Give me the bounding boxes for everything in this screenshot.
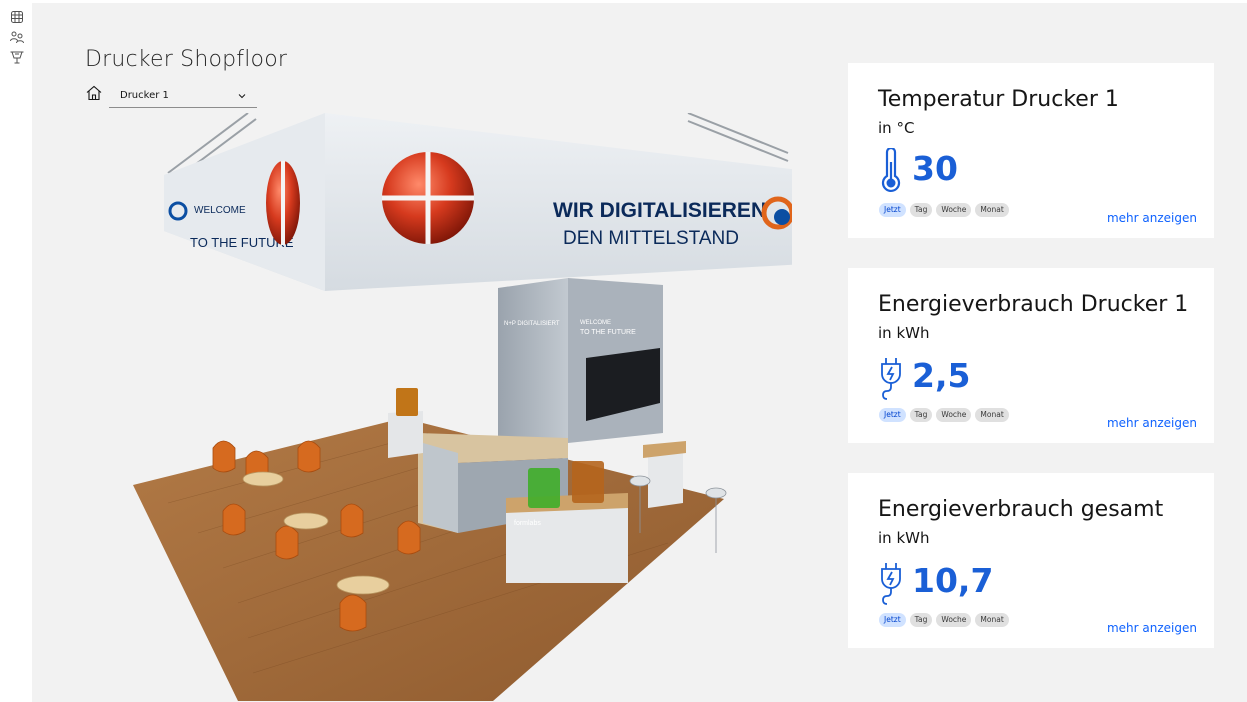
home-icon[interactable] — [85, 84, 103, 102]
chip-now[interactable]: Jetzt — [879, 408, 906, 422]
main-canvas: Drucker Shopfloor Drucker 1 WELCOME TO T… — [32, 3, 1247, 702]
column-text-3: TO THE FUTURE — [580, 329, 636, 336]
more-link[interactable]: mehr anzeigen — [1107, 211, 1197, 225]
banner-main-line2: DEN MITTELSTAND — [563, 228, 739, 249]
energy-total-card: Energieverbrauch gesamt in kWh 10,7 Jetz… — [848, 473, 1214, 648]
chip-week[interactable]: Woche — [936, 203, 972, 217]
printer-icon[interactable] — [9, 49, 25, 65]
card-value: 2,5 — [912, 356, 971, 395]
more-link[interactable]: mehr anzeigen — [1107, 621, 1197, 635]
chip-now[interactable]: Jetzt — [879, 613, 906, 627]
temperature-card: Temperatur Drucker 1 in °C 30 Jetzt Tag … — [848, 63, 1214, 238]
chip-week[interactable]: Woche — [936, 408, 972, 422]
card-title: Temperatur Drucker 1 — [878, 87, 1119, 112]
card-title: Energieverbrauch Drucker 1 — [878, 292, 1189, 317]
column-text-1: N+P DIGITALISIERT — [504, 321, 560, 327]
chip-month[interactable]: Monat — [975, 203, 1009, 217]
card-unit: in kWh — [878, 529, 930, 547]
more-link[interactable]: mehr anzeigen — [1107, 416, 1197, 430]
device-select-value: Drucker 1 — [120, 90, 169, 101]
chip-month[interactable]: Monat — [975, 613, 1009, 627]
plug-icon — [881, 563, 901, 605]
energy-printer-card: Energieverbrauch Drucker 1 in kWh 2,5 Je… — [848, 268, 1214, 443]
time-range-chips: Jetzt Tag Woche Monat — [879, 203, 1009, 217]
counter-brand: formlabs — [514, 520, 541, 527]
booth-scene-image: WELCOME TO THE FUTURE WIR DIGITALISIEREN… — [133, 113, 792, 701]
device-select[interactable]: Drucker 1 — [109, 85, 257, 108]
side-rail — [0, 0, 32, 702]
plug-icon — [881, 358, 901, 400]
banner-main-line1: WIR DIGITALISIEREN — [553, 199, 766, 222]
card-title: Energieverbrauch gesamt — [878, 497, 1164, 522]
chip-week[interactable]: Woche — [936, 613, 972, 627]
chevron-down-icon — [238, 94, 246, 99]
dashboard-icon[interactable] — [9, 9, 25, 25]
card-value: 30 — [912, 149, 958, 188]
page-title: Drucker Shopfloor — [85, 47, 288, 72]
time-range-chips: Jetzt Tag Woche Monat — [879, 613, 1009, 627]
time-range-chips: Jetzt Tag Woche Monat — [879, 408, 1009, 422]
chip-day[interactable]: Tag — [909, 203, 933, 217]
card-unit: in kWh — [878, 324, 930, 342]
chip-month[interactable]: Monat — [975, 408, 1009, 422]
card-unit: in °C — [878, 119, 915, 137]
users-icon[interactable] — [9, 29, 25, 45]
column-text-2: WELCOME — [580, 320, 611, 326]
thermometer-icon — [881, 148, 901, 193]
chip-day[interactable]: Tag — [909, 408, 933, 422]
chip-day[interactable]: Tag — [909, 613, 933, 627]
banner-left-line1: WELCOME — [194, 205, 246, 216]
card-value: 10,7 — [912, 561, 994, 600]
chip-now[interactable]: Jetzt — [879, 203, 906, 217]
